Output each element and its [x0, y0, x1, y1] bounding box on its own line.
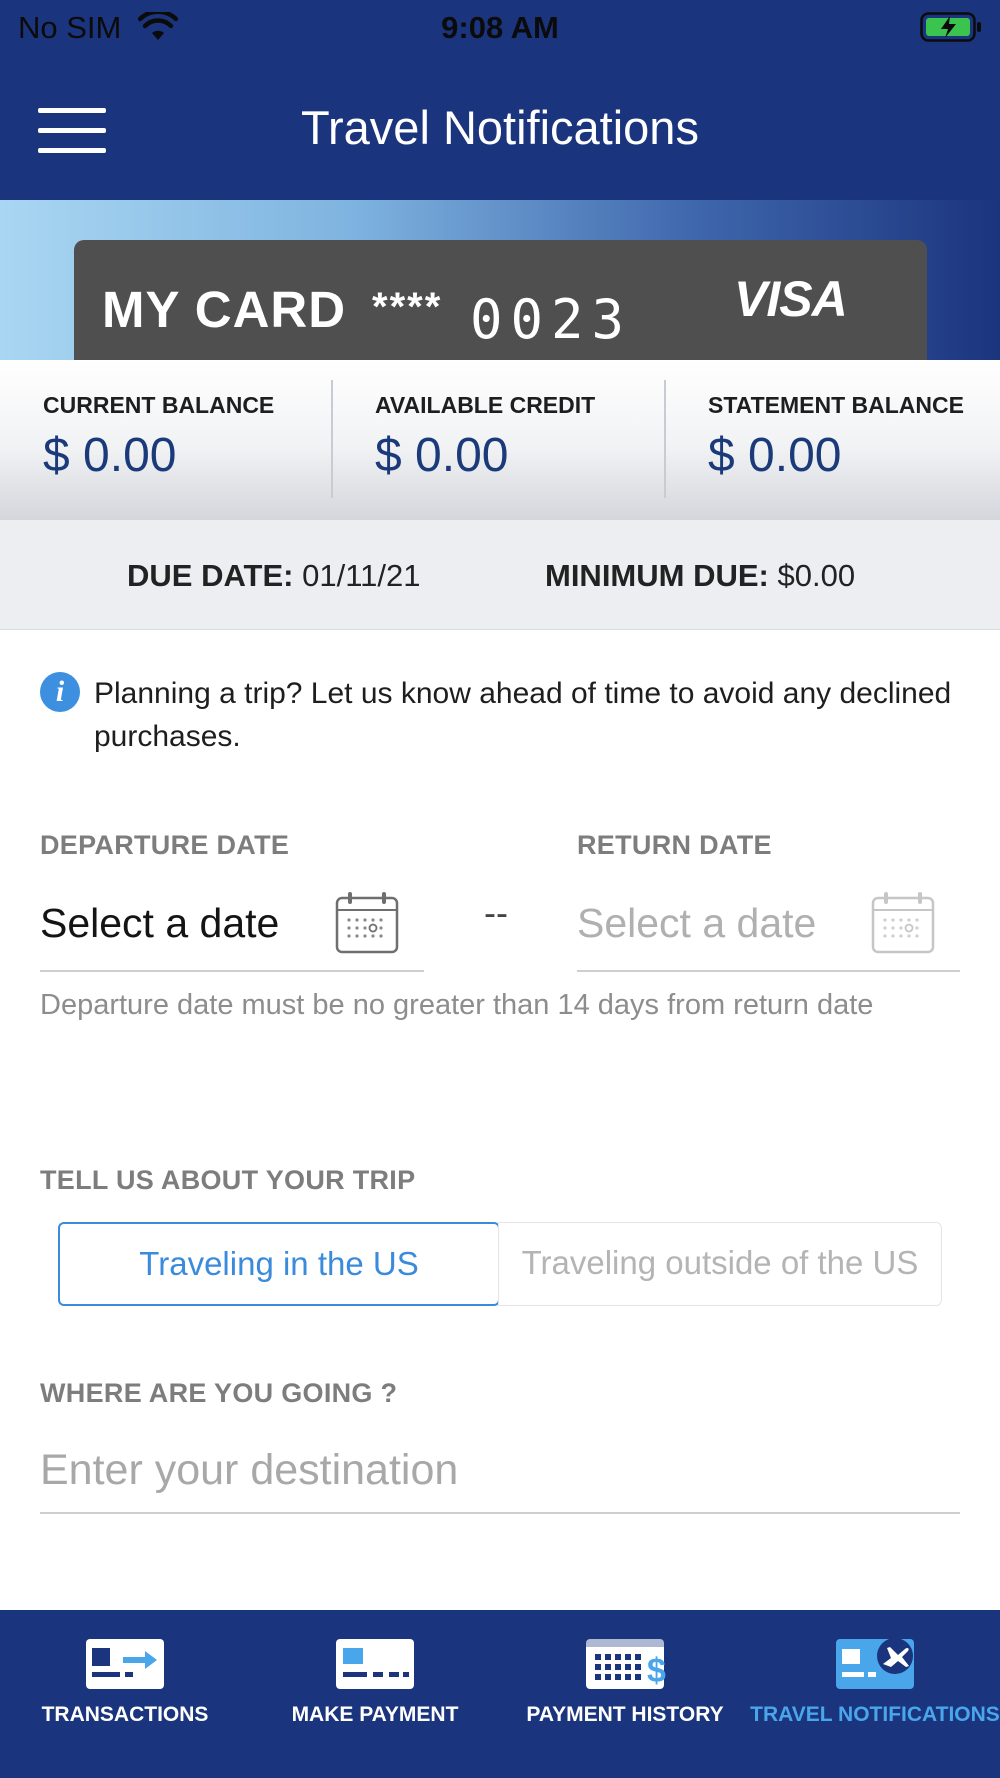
status-time: 9:08 AM: [441, 10, 559, 45]
return-date-label: RETURN DATE: [577, 830, 772, 860]
destination-label: WHERE ARE YOU GOING ?: [40, 1378, 398, 1408]
available-credit-value: $ 0.00: [375, 429, 509, 482]
card-name: MY CARD: [102, 281, 347, 338]
balances-panel: CURRENT BALANCE $ 0.00 AVAILABLE CREDIT …: [0, 360, 1000, 520]
info-message: Planning a trip? Let us know ahead of ti…: [94, 677, 952, 753]
transactions-icon: [83, 1636, 167, 1692]
credit-card: MY CARD **** 0023 VISA: [74, 240, 927, 360]
card-number-mask: ****: [372, 285, 443, 329]
app-header: No SIM 9:08 AM Travel Notifications: [0, 0, 1000, 200]
info-icon: i: [40, 672, 80, 712]
tab-transactions[interactable]: TRANSACTIONS: [0, 1610, 250, 1778]
tab-payment-history[interactable]: $ PAYMENT HISTORY: [500, 1610, 750, 1778]
tab-payment-history-label: PAYMENT HISTORY: [526, 1703, 724, 1726]
minimum-due-value: $0.00: [777, 558, 856, 593]
destination-field[interactable]: [40, 1430, 960, 1514]
battery-icon: [920, 12, 982, 47]
date-hint: Departure date must be no greater than 1…: [40, 989, 874, 1021]
calendar-icon[interactable]: [871, 890, 935, 954]
travel-notifications-icon: [833, 1636, 917, 1692]
payment-history-icon: $: [583, 1636, 667, 1692]
departure-date-value: Select a date: [40, 900, 280, 946]
current-balance-value: $ 0.00: [43, 429, 177, 482]
date-separator: --: [484, 892, 508, 933]
statement-balance-label: STATEMENT BALANCE: [708, 392, 964, 418]
destination-input[interactable]: [40, 1430, 960, 1510]
due-strip: DUE DATE: 01/11/21 MINIMUM DUE: $0.00: [0, 520, 1000, 630]
current-balance-label: CURRENT BALANCE: [43, 392, 275, 418]
return-date-value: Select a date: [577, 900, 817, 946]
status-bar: No SIM 9:08 AM: [0, 0, 1000, 56]
available-credit-label: AVAILABLE CREDIT: [375, 392, 596, 418]
statement-balance: STATEMENT BALANCE $ 0.00: [665, 360, 1000, 520]
minimum-due: MINIMUM DUE: $0.00: [545, 558, 855, 594]
available-credit: AVAILABLE CREDIT $ 0.00: [332, 360, 665, 520]
bottom-tab-bar: TRANSACTIONS MAKE PAYMENT $ PAYMENT HIST…: [0, 1610, 1000, 1778]
due-date-value: 01/11/21: [302, 558, 421, 593]
traveling-in-us-option[interactable]: Traveling in the US: [58, 1222, 500, 1306]
departure-date-field[interactable]: Select a date: [40, 880, 424, 972]
return-date-field[interactable]: Select a date: [577, 880, 960, 972]
page-title: Travel Notifications: [301, 101, 699, 154]
due-date-label: DUE DATE:: [127, 558, 294, 593]
tab-travel-notifications[interactable]: TRAVEL NOTIFICATIONS: [750, 1610, 1000, 1778]
tab-make-payment[interactable]: MAKE PAYMENT: [250, 1610, 500, 1778]
trip-label: TELL US ABOUT YOUR TRIP: [40, 1165, 416, 1195]
svg-text:$: $: [647, 1652, 666, 1690]
departure-date-label: DEPARTURE DATE: [40, 830, 290, 860]
current-balance: CURRENT BALANCE $ 0.00: [0, 360, 332, 520]
card-banner: MY CARD **** 0023 VISA: [0, 200, 1000, 360]
tab-transactions-label: TRANSACTIONS: [41, 1703, 209, 1726]
make-payment-icon: [333, 1636, 417, 1692]
traveling-outside-us-option[interactable]: Traveling outside of the US: [498, 1222, 942, 1306]
tab-travel-notifications-label: TRAVEL NOTIFICATIONS: [750, 1703, 1000, 1726]
statement-balance-value: $ 0.00: [708, 429, 842, 482]
due-date: DUE DATE: 01/11/21: [127, 558, 420, 594]
card-last4: 0023: [470, 288, 633, 351]
minimum-due-label: MINIMUM DUE:: [545, 558, 769, 593]
calendar-icon[interactable]: [335, 890, 399, 954]
visa-logo: VISA: [734, 271, 848, 327]
tab-make-payment-label: MAKE PAYMENT: [291, 1703, 459, 1726]
